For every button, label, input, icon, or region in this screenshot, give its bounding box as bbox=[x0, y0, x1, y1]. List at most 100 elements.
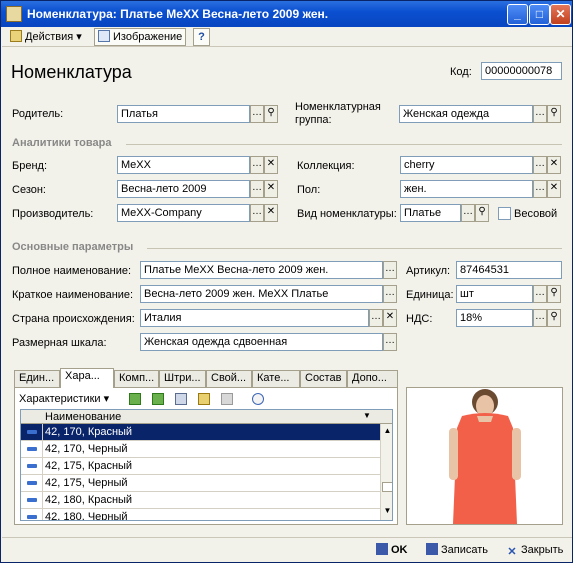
image-button[interactable]: Изображение bbox=[94, 28, 187, 46]
table-row[interactable]: 42, 170, Красный bbox=[21, 424, 380, 441]
group-select-button[interactable]: … bbox=[533, 105, 547, 123]
sex-field[interactable]: жен. bbox=[400, 180, 533, 198]
full-name-select-button[interactable]: … bbox=[383, 261, 397, 279]
code-field[interactable]: 00000000078 bbox=[481, 62, 562, 80]
add-icon[interactable] bbox=[129, 393, 141, 405]
vat-label: НДС: bbox=[406, 313, 433, 325]
tab-barcodes[interactable]: Штри... bbox=[159, 370, 206, 387]
season-select-button[interactable]: … bbox=[250, 180, 264, 198]
parent-field[interactable]: Платья bbox=[117, 105, 250, 123]
scroll-down-icon[interactable]: ▼ bbox=[382, 506, 392, 517]
status-bar: OK Записать ✕ Закрыть bbox=[2, 537, 572, 562]
group-search-icon[interactable]: ⚲ bbox=[547, 105, 561, 123]
parent-select-button[interactable]: … bbox=[250, 105, 264, 123]
tab-components[interactable]: Комп... bbox=[114, 370, 159, 387]
save-button[interactable]: Записать bbox=[422, 541, 492, 559]
hierarchy-icon[interactable] bbox=[221, 393, 233, 405]
close-window-button[interactable]: ✕ bbox=[550, 4, 571, 25]
characteristics-table: Наименование ▼ 42, 170, Красный 42, 170,… bbox=[20, 409, 393, 521]
table-row[interactable]: 42, 180, Красный bbox=[21, 492, 380, 509]
tab-additional[interactable]: Допо... bbox=[347, 370, 398, 387]
vat-field[interactable]: 18% bbox=[456, 309, 533, 327]
divider bbox=[126, 144, 562, 145]
unit-select-button[interactable]: … bbox=[533, 285, 547, 303]
copy-icon[interactable] bbox=[175, 393, 187, 405]
actions-icon bbox=[10, 30, 22, 42]
size-scale-select-button[interactable]: … bbox=[383, 333, 397, 351]
season-field[interactable]: Весна-лето 2009 bbox=[117, 180, 250, 198]
table-row[interactable]: 42, 175, Черный bbox=[21, 475, 380, 492]
table-scrollbar[interactable]: ▲ ▼ bbox=[380, 424, 392, 520]
column-name[interactable]: Наименование bbox=[45, 411, 121, 423]
brand-clear-icon[interactable]: ✕ bbox=[264, 156, 278, 174]
maker-select-button[interactable]: … bbox=[250, 204, 264, 222]
scroll-up-icon[interactable]: ▲ bbox=[382, 426, 392, 437]
table-row[interactable]: 42, 180, Черный bbox=[21, 509, 380, 521]
row-marker-icon bbox=[21, 475, 43, 491]
kind-search-icon[interactable]: ⚲ bbox=[475, 204, 489, 222]
kind-select-button[interactable]: … bbox=[461, 204, 475, 222]
parent-search-icon[interactable]: ⚲ bbox=[264, 105, 278, 123]
full-name-field[interactable]: Платье MeXX Весна-лето 2009 жен. bbox=[140, 261, 383, 279]
image-icon bbox=[98, 30, 110, 42]
group-field[interactable]: Женская одежда bbox=[399, 105, 533, 123]
minimize-button[interactable]: _ bbox=[507, 4, 528, 25]
scroll-thumb[interactable] bbox=[382, 482, 392, 492]
full-name-label: Полное наименование: bbox=[12, 265, 132, 277]
collection-select-button[interactable]: … bbox=[533, 156, 547, 174]
tab-composition[interactable]: Состав bbox=[300, 370, 347, 387]
toolbar: Действия ▾ Изображение ? bbox=[2, 27, 572, 47]
sort-arrow-icon[interactable]: ▼ bbox=[363, 411, 371, 420]
tab-properties[interactable]: Свой... bbox=[206, 370, 252, 387]
sex-label: Пол: bbox=[297, 184, 321, 196]
article-field[interactable]: 87464531 bbox=[456, 261, 562, 279]
tab-categories[interactable]: Кате... bbox=[252, 370, 300, 387]
characteristics-panel: Характеристики ▾ Наименование ▼ 42, 170,… bbox=[14, 387, 398, 525]
title-bar: Номенклатура: Платье MeXX Весна-лето 200… bbox=[1, 1, 572, 27]
country-clear-icon[interactable]: ✕ bbox=[383, 309, 397, 327]
maximize-button[interactable]: □ bbox=[529, 4, 550, 25]
maker-field[interactable]: MeXX-Company bbox=[117, 204, 250, 222]
help-button[interactable]: ? bbox=[193, 28, 210, 46]
tab-characteristics[interactable]: Хара... bbox=[60, 368, 114, 388]
table-row[interactable]: 42, 170, Черный bbox=[21, 441, 380, 458]
add-group-icon[interactable] bbox=[152, 393, 164, 405]
maker-clear-icon[interactable]: ✕ bbox=[264, 204, 278, 222]
season-clear-icon[interactable]: ✕ bbox=[264, 180, 278, 198]
collection-label: Коллекция: bbox=[297, 160, 355, 172]
brand-select-button[interactable]: … bbox=[250, 156, 264, 174]
brand-label: Бренд: bbox=[12, 160, 48, 172]
collection-clear-icon[interactable]: ✕ bbox=[547, 156, 561, 174]
actions-menu[interactable]: Действия ▾ bbox=[6, 28, 86, 46]
basic-section-title: Основные параметры bbox=[12, 241, 134, 253]
sex-select-button[interactable]: … bbox=[533, 180, 547, 198]
brand-field[interactable]: MeXX bbox=[117, 156, 250, 174]
unit-field[interactable]: шт bbox=[456, 285, 533, 303]
collection-field[interactable]: cherry bbox=[400, 156, 533, 174]
close-button[interactable]: ✕ Закрыть bbox=[502, 541, 567, 559]
ok-button[interactable]: OK bbox=[372, 541, 412, 559]
table-header: Наименование ▼ bbox=[21, 410, 392, 424]
country-field[interactable]: Италия bbox=[140, 309, 369, 327]
window-title: Номенклатура: Платье MeXX Весна-лето 200… bbox=[27, 7, 329, 21]
sex-clear-icon[interactable]: ✕ bbox=[547, 180, 561, 198]
vat-search-icon[interactable]: ⚲ bbox=[547, 309, 561, 327]
table-row[interactable]: 42, 175, Красный bbox=[21, 458, 380, 475]
row-marker-icon bbox=[21, 492, 43, 508]
weight-checkbox[interactable] bbox=[498, 207, 511, 220]
unit-search-icon[interactable]: ⚲ bbox=[547, 285, 561, 303]
row-marker-icon bbox=[21, 509, 43, 520]
row-name: 42, 180, Черный bbox=[45, 511, 128, 521]
refresh-icon[interactable] bbox=[252, 393, 264, 405]
short-name-select-button[interactable]: … bbox=[383, 285, 397, 303]
delete-mark-icon[interactable] bbox=[198, 393, 210, 405]
product-image[interactable] bbox=[406, 387, 563, 525]
vat-select-button[interactable]: … bbox=[533, 309, 547, 327]
short-name-field[interactable]: Весна-лето 2009 жен. MeXX Платье bbox=[140, 285, 383, 303]
tab-units[interactable]: Един... bbox=[14, 370, 60, 387]
size-scale-field[interactable]: Женская одежда сдвоенная bbox=[140, 333, 383, 351]
kind-field[interactable]: Платье bbox=[400, 204, 461, 222]
characteristics-menu[interactable]: Характеристики ▾ bbox=[18, 390, 110, 408]
country-select-button[interactable]: … bbox=[369, 309, 383, 327]
save-icon bbox=[426, 543, 438, 555]
